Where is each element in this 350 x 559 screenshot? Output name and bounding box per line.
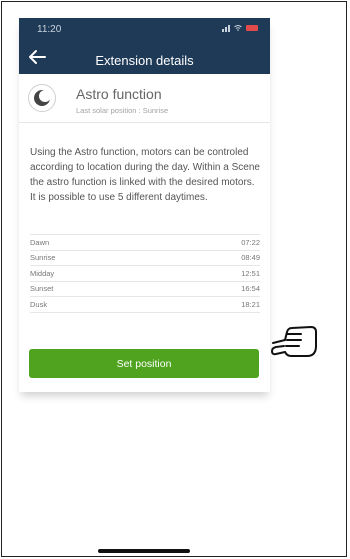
extension-header: Astro function Last solar position : Sun…: [19, 74, 270, 123]
description-paragraph: It is possible to use 5 different daytim…: [30, 192, 208, 203]
pointing-hand-icon: [271, 326, 317, 357]
daytime-row: Dawn 07:22: [30, 235, 260, 251]
daytime-list: Dawn 07:22 Sunrise 08:49 Midday 12:51 Su…: [30, 234, 260, 313]
daytime-label: Sunrise: [30, 253, 56, 263]
description: Using the Astro function, motors can be …: [30, 145, 266, 205]
daytime-label: Sunset: [30, 284, 54, 294]
home-indicator[interactable]: [98, 549, 190, 553]
status-time: 11:20: [37, 24, 62, 35]
daytime-label: Dawn: [30, 237, 50, 247]
daytime-row: Sunset 16:54: [30, 282, 260, 297]
daytime-row: Sunrise 08:49: [30, 251, 260, 266]
extension-name: Astro function: [76, 86, 162, 102]
daytime-label: Dusk: [30, 299, 48, 309]
status-icons: [222, 24, 258, 32]
daytime-row: Dusk 18:21: [30, 297, 260, 313]
daytime-value: 08:49: [241, 253, 260, 263]
daytime-label: Midday: [30, 268, 55, 278]
page-title: Extension details: [95, 53, 194, 68]
battery-icon: [246, 25, 258, 31]
daytime-value: 16:54: [241, 284, 260, 294]
description-paragraph: Using the Astro function, motors can be …: [30, 147, 260, 188]
daytime-value: 12:51: [241, 268, 260, 278]
app-screen: 11:20 Extension details Astro function L…: [19, 18, 270, 392]
astro-moon-icon: [28, 84, 56, 112]
daytime-value: 07:22: [241, 237, 260, 247]
app-bar: 11:20 Extension details: [19, 18, 270, 74]
signal-icon: [222, 24, 230, 32]
daytime-row: Midday 12:51: [30, 266, 260, 282]
extension-subtitle: Last solar position : Sunrise: [76, 106, 169, 115]
wifi-icon: [234, 25, 242, 31]
daytime-value: 18:21: [241, 299, 260, 309]
set-position-button[interactable]: Set position: [29, 349, 259, 378]
